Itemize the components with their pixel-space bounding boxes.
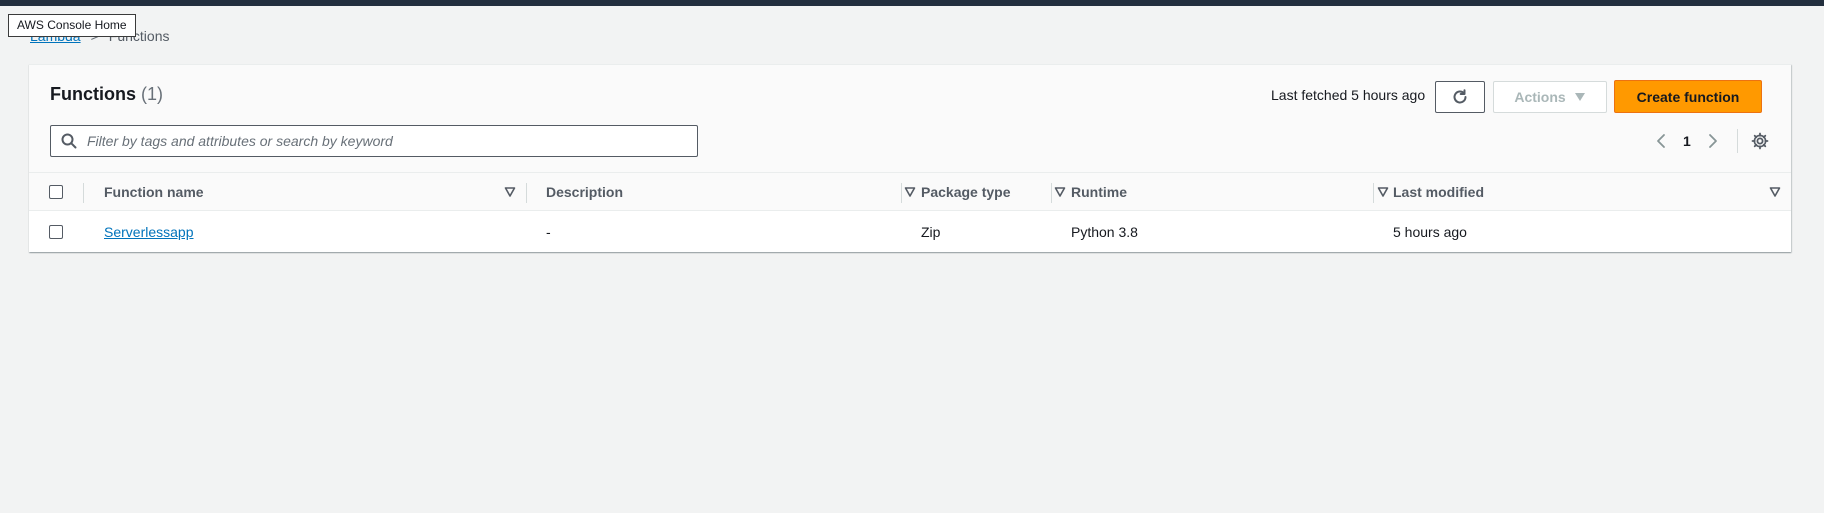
table-header: Function name Description Package type R… xyxy=(29,173,1791,211)
last-modified-cell: 5 hours ago xyxy=(1393,224,1467,240)
create-function-button[interactable]: Create function xyxy=(1614,80,1762,113)
actions-label: Actions xyxy=(1514,89,1566,105)
column-header-label: Package type xyxy=(921,184,1011,200)
caret-down-icon xyxy=(1574,92,1586,102)
functions-panel: Functions (1) Last fetched 5 hours ago A… xyxy=(29,64,1791,252)
column-header-function-name[interactable]: Function name xyxy=(104,173,530,211)
tooltip-aws-console-home: AWS Console Home xyxy=(8,14,136,37)
column-divider xyxy=(526,183,527,203)
search-field[interactable] xyxy=(50,125,698,157)
row-checkbox[interactable] xyxy=(49,225,63,239)
top-navigation-bar xyxy=(0,0,1824,6)
column-header-last-modified[interactable]: Last modified xyxy=(1393,173,1789,211)
panel-header: Functions (1) Last fetched 5 hours ago A… xyxy=(29,65,1791,173)
pagination-divider xyxy=(1736,129,1738,153)
column-header-label: Description xyxy=(546,184,624,200)
panel-title-text: Functions xyxy=(50,84,136,104)
functions-count: (1) xyxy=(141,84,164,104)
refresh-icon xyxy=(1451,88,1469,106)
column-header-runtime[interactable]: Runtime xyxy=(1071,173,1401,211)
row-select-cell xyxy=(49,212,63,252)
chevron-right-icon[interactable] xyxy=(1701,129,1725,153)
search-icon xyxy=(61,133,77,149)
page-title: Functions (1) xyxy=(50,84,163,105)
chevron-left-icon[interactable] xyxy=(1649,129,1673,153)
refresh-button[interactable] xyxy=(1435,81,1485,113)
column-divider xyxy=(1051,183,1052,203)
select-all-checkbox[interactable] xyxy=(49,185,63,199)
column-divider xyxy=(901,183,902,203)
sort-icon[interactable] xyxy=(504,185,516,201)
sort-icon[interactable] xyxy=(904,185,916,201)
column-header-package-type[interactable]: Package type xyxy=(921,173,1071,211)
sort-icon[interactable] xyxy=(1769,185,1781,201)
gear-icon[interactable] xyxy=(1748,129,1772,153)
select-all-cell xyxy=(49,173,63,211)
page-number[interactable]: 1 xyxy=(1683,133,1691,149)
column-divider xyxy=(1373,183,1374,203)
sort-icon[interactable] xyxy=(1054,185,1066,201)
sort-icon[interactable] xyxy=(1377,185,1389,201)
function-name-link[interactable]: Serverlessapp xyxy=(104,224,194,240)
last-fetched-text: Last fetched 5 hours ago xyxy=(1271,87,1426,103)
actions-dropdown-button[interactable]: Actions xyxy=(1493,81,1607,113)
column-header-label: Runtime xyxy=(1071,184,1127,200)
runtime-cell: Python 3.8 xyxy=(1071,224,1138,240)
column-header-label: Last modified xyxy=(1393,184,1485,200)
description-cell: - xyxy=(546,224,551,240)
table-row[interactable]: Serverlessapp - Zip Python 3.8 5 hours a… xyxy=(29,212,1791,252)
search-input[interactable] xyxy=(85,132,675,150)
function-name-cell: Serverlessapp xyxy=(104,212,194,252)
package-type-cell: Zip xyxy=(921,224,941,240)
column-header-label: Function name xyxy=(104,184,204,200)
pagination: 1 xyxy=(1649,129,1772,153)
column-divider xyxy=(83,183,84,203)
column-header-description[interactable]: Description xyxy=(546,173,926,211)
